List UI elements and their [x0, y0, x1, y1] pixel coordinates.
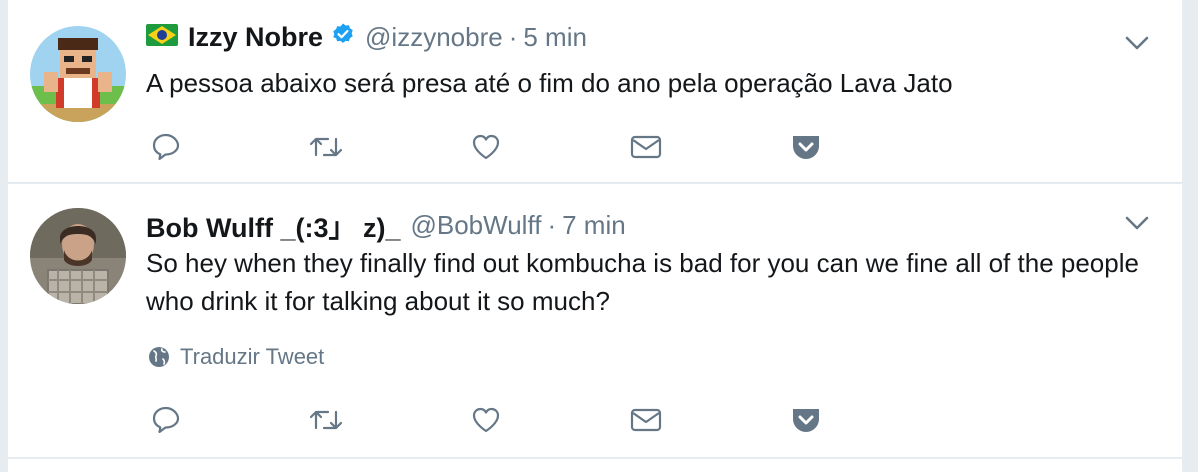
- reply-icon[interactable]: [146, 127, 186, 167]
- pocket-icon[interactable]: [786, 400, 826, 440]
- user-handle[interactable]: @izzynobre: [365, 22, 503, 53]
- separator: ·: [547, 210, 557, 240]
- display-name[interactable]: Izzy Nobre: [188, 22, 323, 53]
- next-tweet-edge: [8, 459, 1182, 472]
- tweet[interactable]: Bob Wulff _(:3」 z)_ @BobWulff · 7 min So…: [8, 184, 1182, 457]
- avatar[interactable]: [30, 26, 126, 122]
- separator: ·: [508, 22, 518, 52]
- tweet[interactable]: Izzy Nobre @izzynobre · 5 min A pessoa a…: [8, 0, 1182, 183]
- brazil-flag-icon: [146, 22, 178, 53]
- retweet-icon[interactable]: [306, 400, 346, 440]
- direct-message-icon[interactable]: [626, 400, 666, 440]
- tweet-actions: [8, 127, 1182, 167]
- reply-icon[interactable]: [146, 400, 186, 440]
- chevron-down-icon[interactable]: [1122, 208, 1152, 238]
- tweet-header: Izzy Nobre @izzynobre · 5 min: [146, 22, 587, 53]
- direct-message-icon[interactable]: [626, 127, 666, 167]
- tweet-header: Bob Wulff _(:3」 z)_ @BobWulff · 7 min: [146, 206, 626, 245]
- chevron-down-icon[interactable]: [1122, 28, 1152, 58]
- retweet-icon[interactable]: [306, 127, 346, 167]
- like-icon[interactable]: [466, 127, 506, 167]
- tweet-text: So hey when they finally find out kombuc…: [146, 248, 1139, 316]
- timeline-feed: Izzy Nobre @izzynobre · 5 min A pessoa a…: [0, 0, 1198, 472]
- translate-label[interactable]: Traduzir Tweet: [180, 344, 324, 370]
- pocket-icon[interactable]: [786, 127, 826, 167]
- tweet-actions: [8, 400, 1182, 440]
- translate-tweet-link[interactable]: Traduzir Tweet: [148, 344, 324, 370]
- user-handle[interactable]: @BobWulff: [410, 210, 541, 241]
- display-name[interactable]: Bob Wulff _(:3」 z)_: [146, 206, 400, 245]
- timestamp[interactable]: 7 min: [562, 210, 626, 241]
- avatar[interactable]: [30, 208, 126, 304]
- like-icon[interactable]: [466, 400, 506, 440]
- verified-badge-icon: [331, 22, 355, 53]
- timestamp[interactable]: 5 min: [523, 22, 587, 53]
- tweet-text: A pessoa abaixo será presa até o fim do …: [146, 68, 953, 98]
- globe-icon: [149, 347, 169, 367]
